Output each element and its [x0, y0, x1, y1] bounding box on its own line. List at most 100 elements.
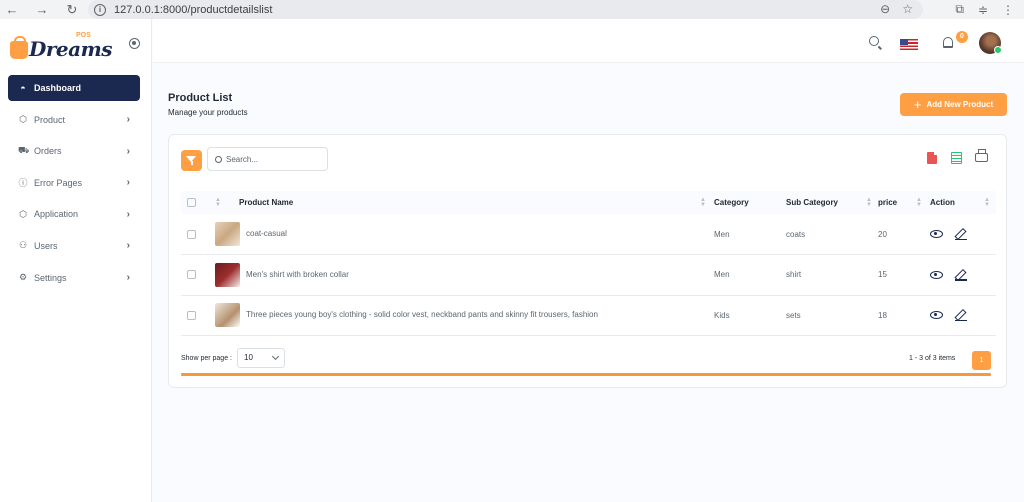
view-eye-icon[interactable] — [930, 270, 943, 279]
product-thumbnail — [215, 303, 240, 328]
page-subtitle: Manage your products — [168, 108, 248, 117]
edit-pencil-icon[interactable] — [955, 228, 967, 240]
sidebar: Dreams POS ◓ Dashboard ⬡ Product › ⛟ Ord… — [0, 19, 152, 502]
excel-export-icon[interactable] — [951, 152, 962, 164]
table-scrollbar[interactable] — [181, 373, 991, 376]
chevron-right-icon: › — [126, 240, 130, 252]
url-text: 127.0.0.1:8000/productdetailslist — [114, 3, 273, 16]
table-row: coat-casual Men coats 20 — [181, 214, 996, 255]
per-page-select[interactable]: 10 — [237, 348, 285, 368]
view-eye-icon[interactable] — [930, 230, 943, 238]
box-icon: ⬡ — [19, 114, 27, 125]
column-header-product-name[interactable]: Product Name ▲ ▼ — [239, 191, 714, 214]
notification-bell-icon[interactable] — [943, 37, 953, 48]
add-new-product-button[interactable]: + Add New Product — [900, 93, 1007, 116]
product-name: Men's shirt with broken collar — [246, 269, 349, 279]
add-new-product-label: Add New Product — [926, 100, 994, 109]
table-header-row: ▲ ▼ Product Name ▲ ▼ Category Sub Category… — [181, 191, 996, 214]
product-sub-category: coats — [786, 229, 806, 239]
table-scrollbar-thumb[interactable] — [181, 373, 991, 376]
sidebar-item-orders[interactable]: ⛟ Orders › — [8, 138, 140, 164]
sort-icon[interactable]: ▲ ▼ — [215, 197, 221, 208]
sidebar-item-users[interactable]: ⚇ Users › — [8, 233, 140, 259]
sort-icon[interactable]: ▲ ▼ — [984, 197, 990, 208]
table-row: Men's shirt with broken collar Men shirt… — [181, 255, 996, 295]
sidebar-item-product[interactable]: ⬡ Product › — [8, 107, 140, 133]
row-checkbox[interactable] — [187, 270, 196, 280]
sidebar-item-label: Dashboard — [34, 83, 82, 93]
address-bar[interactable]: i 127.0.0.1:8000/productdetailslist ⊖ ☆ — [88, 0, 923, 19]
shopping-bag-icon — [10, 36, 28, 59]
back-arrow-icon[interactable]: ← — [2, 2, 22, 17]
sidebar-item-label: Orders — [34, 146, 62, 157]
browser-menu-icon[interactable]: ⋮ — [1002, 3, 1014, 17]
alert-circle-icon: ⓘ — [18, 178, 28, 189]
sort-icon[interactable]: ▲ ▼ — [700, 197, 706, 208]
plus-icon: + — [913, 97, 922, 112]
table-row: Three pieces young boy's clothing - soli… — [181, 295, 996, 336]
search-icon[interactable] — [869, 36, 879, 46]
print-icon[interactable] — [975, 149, 988, 162]
edit-pencil-icon[interactable] — [955, 269, 967, 281]
search-input[interactable] — [226, 154, 321, 164]
profile-icon[interactable]: ≑ — [978, 3, 988, 17]
sidebar-item-label: Settings — [34, 272, 67, 283]
cart-icon: ⛟ — [18, 145, 30, 156]
chevron-right-icon: › — [126, 114, 130, 126]
product-thumbnail — [215, 222, 240, 246]
sidebar-item-label: Error Pages — [34, 177, 83, 188]
items-count-info: 1 - 3 of 3 items — [909, 355, 956, 362]
chevron-right-icon: › — [126, 208, 130, 220]
us-flag-icon[interactable] — [900, 39, 918, 50]
product-price: 18 — [878, 310, 887, 320]
dashboard-icon: ◓ — [20, 83, 26, 93]
product-table: ▲ ▼ Product Name ▲ ▼ Category Sub Category… — [181, 191, 996, 336]
user-avatar[interactable] — [979, 32, 1002, 54]
zoom-icon[interactable]: ⊖ — [880, 2, 890, 16]
chevron-right-icon: › — [126, 145, 130, 157]
edit-pencil-icon[interactable] — [955, 309, 967, 322]
reload-icon[interactable]: ↻ — [62, 2, 82, 18]
sort-icon[interactable]: ▲ ▼ — [866, 197, 872, 208]
pdf-export-icon[interactable] — [927, 152, 937, 164]
product-list-card: ▲▼ Product Name ▲▼ Category Sub Category… — [168, 134, 1007, 388]
filter-icon[interactable] — [181, 150, 202, 171]
sidebar-item-settings[interactable]: ⚙ Settings › — [8, 265, 140, 291]
column-header-sub-category[interactable]: Sub Category ▲ ▼ — [786, 191, 878, 214]
product-price: 20 — [878, 229, 887, 239]
product-name: Three pieces young boy's clothing - soli… — [246, 310, 598, 320]
user-icon: ⚇ — [18, 240, 28, 251]
sidebar-item-dashboard[interactable]: ◓ Dashboard — [8, 75, 140, 101]
sidebar-item-label: Users — [34, 240, 58, 251]
sort-icon[interactable]: ▲ ▼ — [916, 197, 922, 208]
sidebar-item-error-pages[interactable]: ⓘ Error Pages › — [8, 170, 140, 196]
row-checkbox[interactable] — [187, 310, 196, 320]
per-page-label: Show per page : — [181, 355, 232, 362]
chevron-right-icon: › — [126, 272, 130, 284]
sidebar-collapse-toggle[interactable] — [129, 38, 140, 49]
forward-arrow-icon[interactable]: → — [32, 2, 52, 17]
extensions-icon[interactable]: ⧉ — [955, 2, 964, 17]
product-price: 15 — [878, 270, 887, 280]
sidebar-item-application[interactable]: ⬡ Application › — [8, 201, 140, 227]
column-header-price[interactable]: price ▲ ▼ — [878, 191, 930, 214]
chevron-right-icon: › — [126, 177, 130, 189]
cube-icon: ⬡ — [19, 208, 27, 219]
product-category: Kids — [714, 310, 730, 320]
row-checkbox[interactable] — [187, 229, 196, 239]
search-field[interactable] — [207, 147, 328, 171]
top-header: 0 — [153, 19, 1024, 63]
bookmark-star-icon[interactable]: ☆ — [902, 2, 913, 16]
logo[interactable]: Dreams POS — [10, 29, 113, 61]
gear-icon: ⚙ — [18, 272, 28, 283]
product-category: Men — [714, 270, 730, 280]
pagination-page-1[interactable]: 1 — [972, 351, 991, 370]
product-name: coat-casual — [246, 229, 287, 239]
sidebar-menu: ◓ Dashboard ⬡ Product › ⛟ Orders › ⓘ Err… — [8, 75, 140, 296]
column-header-action[interactable]: Action ▲ ▼ — [930, 191, 996, 214]
select-all-checkbox[interactable] — [187, 198, 196, 208]
logo-text: Dreams — [29, 37, 113, 61]
site-info-icon[interactable]: i — [94, 3, 106, 16]
column-header-category[interactable]: Category — [714, 191, 786, 214]
view-eye-icon[interactable] — [930, 311, 943, 320]
